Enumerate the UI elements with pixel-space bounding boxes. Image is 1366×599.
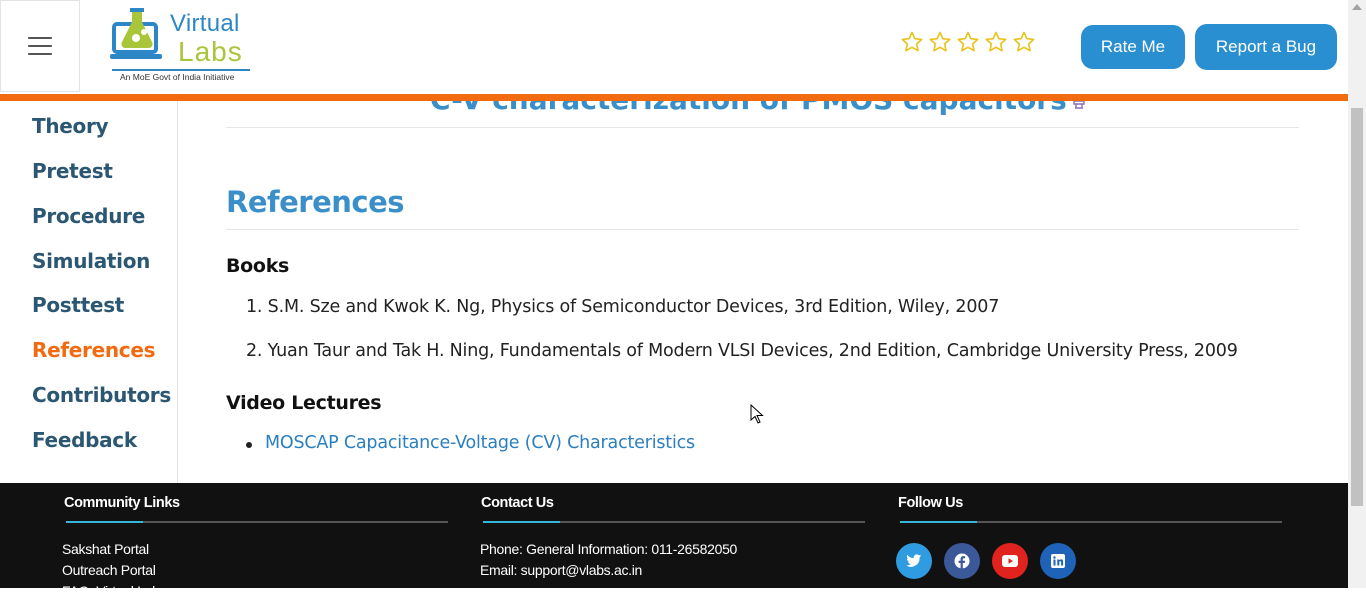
- hamburger-icon: [28, 37, 52, 55]
- footer-email[interactable]: Email: support@vlabs.ac.in: [480, 562, 642, 578]
- footer-heading: Follow Us: [898, 495, 963, 511]
- report-bug-button[interactable]: Report a Bug: [1195, 24, 1337, 70]
- footer-link-outreach[interactable]: Outreach Portal: [62, 562, 156, 578]
- scrollbar-thumb[interactable]: [1351, 108, 1363, 506]
- footer-heading-underline: [900, 521, 1282, 523]
- footer-link-sakshat[interactable]: Sakshat Portal: [62, 541, 149, 557]
- sidebar-item-references[interactable]: References: [32, 338, 156, 362]
- sidebar-item-simulation[interactable]: Simulation: [32, 249, 150, 273]
- list-number: 2.: [246, 341, 268, 361]
- book-reference: Yuan Taur and Tak H. Ning, Fundamentals …: [267, 341, 1238, 361]
- rating-stars[interactable]: [900, 30, 1036, 54]
- logo-word-virtual: Virtual: [170, 10, 240, 37]
- rate-me-button[interactable]: Rate Me: [1081, 25, 1185, 69]
- title-divider: [226, 127, 1299, 128]
- footer-heading: Community Links: [64, 495, 180, 511]
- footer-link-faq[interactable]: FAQ: Virtual Labs: [62, 583, 167, 599]
- list-item: 2. Yuan Taur and Tak H. Ning, Fundamenta…: [246, 341, 1238, 361]
- virtual-labs-logo[interactable]: Virtual Labs An MoE Govt of India Initia…: [108, 8, 258, 86]
- star-outline-icon[interactable]: [928, 30, 952, 54]
- main-content: C-V characterization of PMOS capacitors …: [178, 101, 1348, 483]
- youtube-icon[interactable]: [992, 543, 1028, 579]
- linkedin-icon[interactable]: [1040, 543, 1076, 579]
- footer-heading: Contact Us: [481, 495, 554, 511]
- sidebar-item-feedback[interactable]: Feedback: [32, 428, 137, 452]
- footer-phone: Phone: General Information: 011-26582050: [480, 541, 738, 557]
- book-reference: S.M. Sze and Kwok K. Ng, Physics of Semi…: [267, 297, 1000, 317]
- footer-heading-underline: [483, 521, 865, 523]
- top-header: Virtual Labs An MoE Govt of India Initia…: [0, 0, 1348, 94]
- books-heading: Books: [226, 255, 290, 277]
- page-heading: References: [226, 185, 405, 219]
- sidebar-item-contributors[interactable]: Contributors: [32, 383, 171, 407]
- facebook-icon[interactable]: [944, 543, 980, 579]
- page-scrollbar[interactable]: [1348, 0, 1366, 588]
- list-bullet: [246, 442, 252, 448]
- menu-toggle-button[interactable]: [0, 0, 80, 92]
- sidebar-item-procedure[interactable]: Procedure: [32, 204, 145, 228]
- list-item: 1. S.M. Sze and Kwok K. Ng, Physics of S…: [246, 297, 999, 317]
- list-number: 1.: [246, 297, 268, 317]
- experiment-title: C-V characterization of PMOS capacitors: [430, 101, 1067, 116]
- logo-tagline: An MoE Govt of India Initiative: [120, 72, 235, 82]
- mouse-cursor-icon: [750, 404, 764, 424]
- sidebar-item-posttest[interactable]: Posttest: [32, 293, 124, 317]
- emblem-icon: [1073, 101, 1085, 109]
- video-lectures-heading: Video Lectures: [226, 392, 382, 414]
- star-outline-icon[interactable]: [900, 30, 924, 54]
- experiment-sidebar: Theory Pretest Procedure Simulation Post…: [0, 101, 178, 483]
- heading-divider: [226, 229, 1299, 230]
- header-accent-bar: [0, 94, 1348, 101]
- video-lecture-link[interactable]: MOSCAP Capacitance-Voltage (CV) Characte…: [265, 433, 695, 453]
- star-outline-icon[interactable]: [984, 30, 1008, 54]
- scroll-up-arrow-icon[interactable]: [1352, 4, 1362, 10]
- logo-underline: [112, 69, 250, 71]
- twitter-icon[interactable]: [896, 543, 932, 579]
- footer-heading-underline: [66, 521, 448, 523]
- star-outline-icon[interactable]: [1012, 30, 1036, 54]
- flask-logo-icon: [110, 8, 162, 59]
- sidebar-item-pretest[interactable]: Pretest: [32, 159, 113, 183]
- logo-word-labs: Labs: [178, 36, 243, 67]
- sidebar-item-theory[interactable]: Theory: [32, 114, 109, 138]
- page-footer: Community Links Sakshat Portal Outreach …: [0, 483, 1348, 599]
- star-outline-icon[interactable]: [956, 30, 980, 54]
